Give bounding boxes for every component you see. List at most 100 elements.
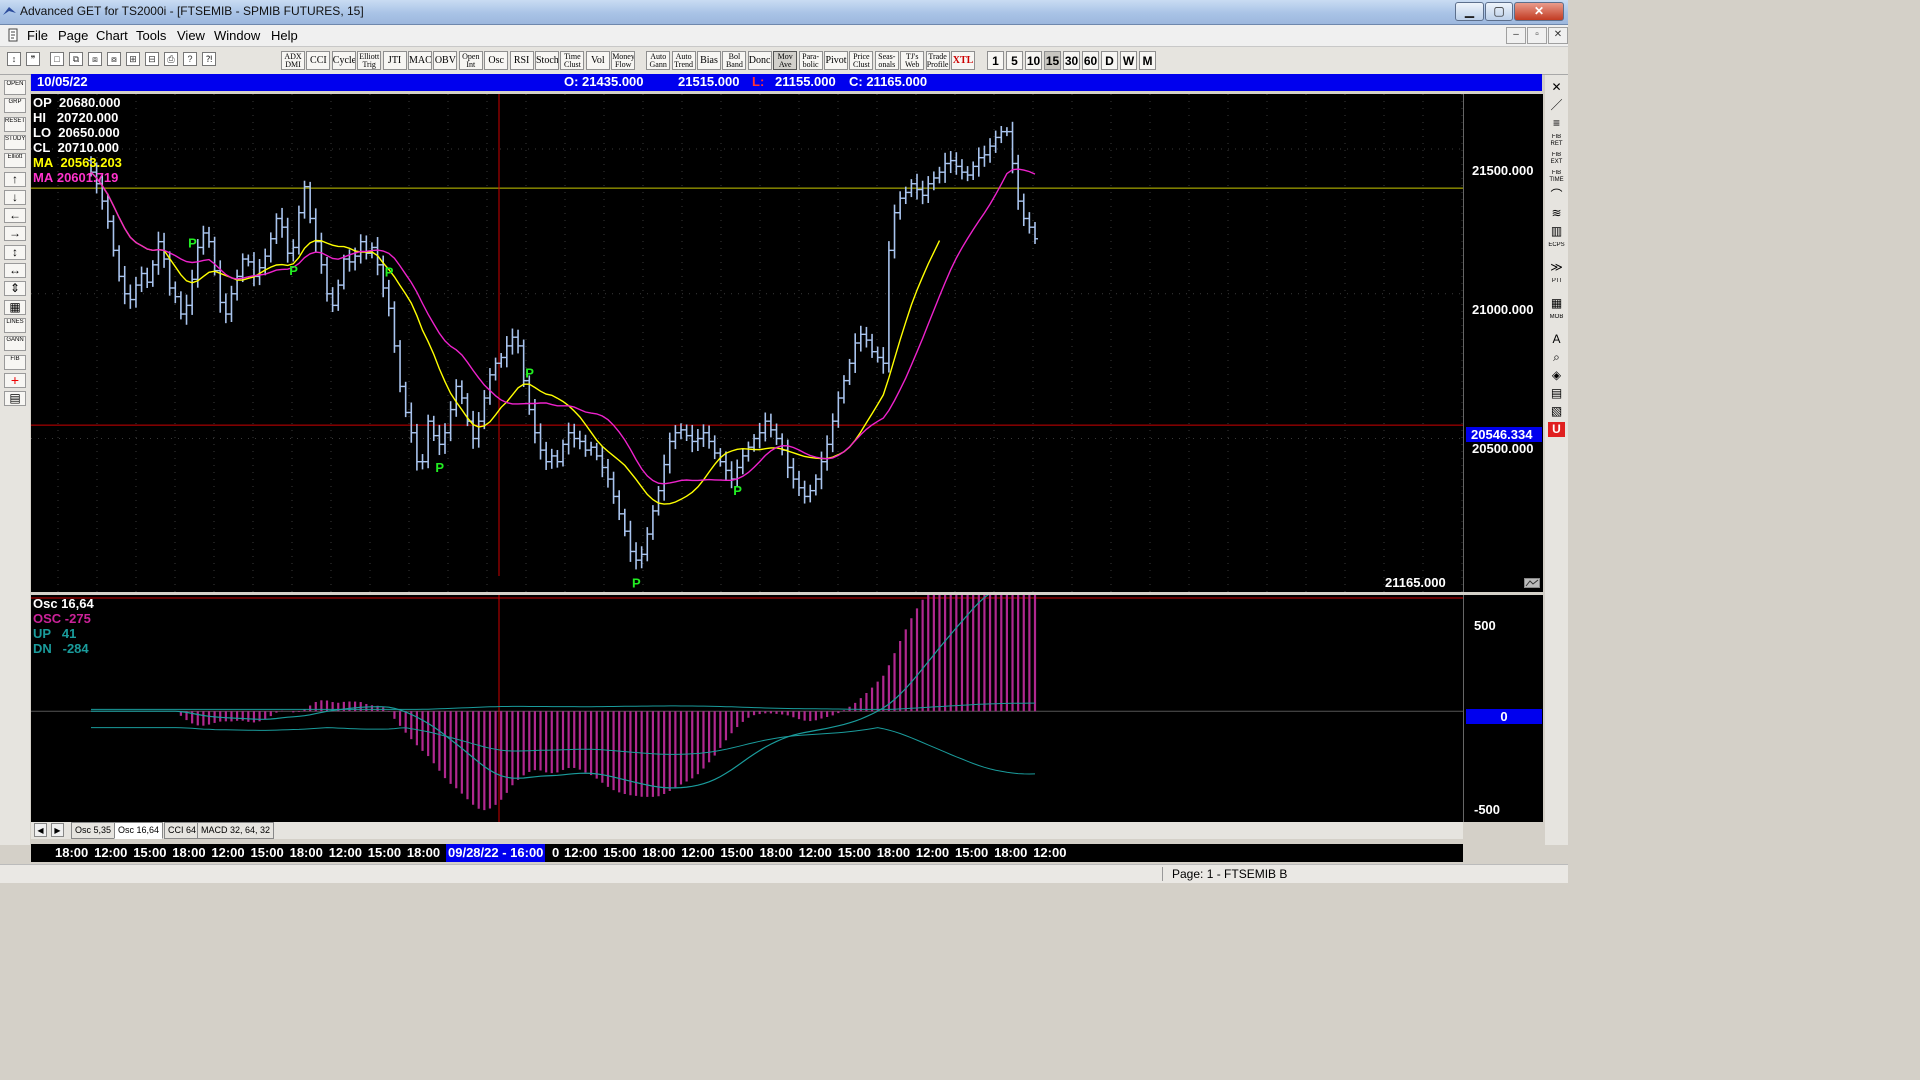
- study-button-bias[interactable]: Bias: [697, 51, 721, 70]
- study-button-bol-band[interactable]: Bol Band: [722, 51, 747, 70]
- study-button-obv[interactable]: OBV: [433, 51, 458, 70]
- tab-macd[interactable]: MACD 32, 64, 32: [197, 822, 275, 839]
- study-button-open-int[interactable]: Open Int: [458, 51, 483, 70]
- left-tool-item-7[interactable]: ←: [4, 208, 26, 224]
- copy-icon[interactable]: ⧉: [69, 52, 83, 66]
- left-tool-item-6[interactable]: ↓: [4, 189, 26, 205]
- timeframe-button-30[interactable]: 30: [1063, 51, 1080, 70]
- timeframe-button-10[interactable]: 10: [1025, 51, 1042, 70]
- left-tool-lines-13[interactable]: LINES: [4, 317, 26, 333]
- study-button-time-clust[interactable]: Time Clust: [560, 51, 585, 70]
- tab-osc-5-35[interactable]: Osc 5,35: [71, 822, 116, 839]
- menu-page[interactable]: Page: [58, 28, 88, 43]
- close-button[interactable]: ✕: [1514, 2, 1564, 21]
- price-axis[interactable]: 21500.000 21000.000 20500.000 20546.334: [1463, 94, 1543, 592]
- price-chart-pane[interactable]: P P P P P P P OP 20680.000 HI 20720.000 LO 206…: [31, 94, 1463, 592]
- right-tool-a-14[interactable]: A: [1548, 332, 1565, 347]
- study-button-auto-trend[interactable]: Auto Trend: [671, 51, 696, 70]
- right-tool-item-15[interactable]: ⌕: [1548, 350, 1565, 365]
- paste-icon[interactable]: ⧈: [88, 52, 102, 66]
- right-tool-item-16[interactable]: ◈: [1548, 368, 1565, 383]
- menu-chart[interactable]: Chart: [96, 28, 128, 43]
- study-button-donch[interactable]: Donch: [747, 51, 772, 70]
- left-tool-elliott-4[interactable]: Elliott: [4, 153, 26, 169]
- left-tool-fib-15[interactable]: FIB: [4, 354, 26, 370]
- menu-file[interactable]: File: [27, 28, 48, 43]
- study-button-mov-ave[interactable]: Mov Ave: [773, 51, 798, 70]
- price-chart[interactable]: P P P P P P P: [31, 94, 1463, 592]
- right-tool-item-7[interactable]: ≋: [1548, 206, 1565, 221]
- menu-view[interactable]: View: [177, 28, 205, 43]
- left-tool-gann-14[interactable]: GANN: [4, 336, 26, 352]
- left-tool-study-3[interactable]: STUDY: [4, 134, 26, 150]
- right-tool-item-1[interactable]: ／: [1548, 98, 1565, 113]
- left-tool-item-11[interactable]: ⇕: [4, 281, 26, 297]
- oscillator-chart[interactable]: [31, 595, 1463, 822]
- study-button-para-bolic[interactable]: Para-bolic: [798, 51, 823, 70]
- study-button-jti[interactable]: JTI: [382, 51, 407, 70]
- right-tool-item-8[interactable]: ▥: [1548, 224, 1565, 239]
- study-button-pivot[interactable]: Pivot: [824, 51, 848, 70]
- study-button-trade-profile[interactable]: Trade Profile: [925, 51, 950, 70]
- study-button-stoch[interactable]: Stoch: [535, 51, 559, 70]
- print-preview-icon[interactable]: ⧇: [107, 52, 121, 66]
- grid-toggle-icon[interactable]: [1524, 578, 1540, 588]
- minimize-button[interactable]: ▁: [1455, 2, 1484, 21]
- study-button-auto-gann[interactable]: Auto Gann: [646, 51, 671, 70]
- oscillator-pane[interactable]: Osc 16,64 OSC -275 UP 41 DN -284: [31, 595, 1463, 822]
- mdi-minimize-button[interactable]: ‒: [1506, 27, 1526, 44]
- left-tool-item-8[interactable]: →: [4, 226, 26, 242]
- right-tool-fib-time-5[interactable]: FIB TIME: [1548, 170, 1565, 185]
- timeframe-button-15[interactable]: 15: [1044, 51, 1061, 70]
- new-page-icon[interactable]: □: [50, 52, 64, 66]
- study-button-money-flow[interactable]: Money Flow: [611, 51, 636, 70]
- right-tool-item-0[interactable]: ✕: [1548, 80, 1565, 95]
- right-tool-mob-13[interactable]: MOB: [1548, 314, 1565, 329]
- study-button-seas-onals[interactable]: Seas-onals: [874, 51, 899, 70]
- left-tool-reset-2[interactable]: RESET: [4, 116, 26, 132]
- right-tool-item-12[interactable]: ▦: [1548, 296, 1565, 311]
- menu-window[interactable]: Window: [214, 28, 260, 43]
- quote-icon[interactable]: ❞: [26, 52, 40, 66]
- tab-cci-64[interactable]: CCI 64: [164, 822, 201, 839]
- timeframe-button-w[interactable]: W: [1120, 51, 1137, 70]
- right-tool-item-18[interactable]: ▧: [1548, 404, 1565, 419]
- tab-osc-16-64[interactable]: Osc 16,64: [114, 822, 164, 839]
- print-icon[interactable]: ⎙: [164, 52, 178, 66]
- mdi-restore-button[interactable]: ▫: [1527, 27, 1547, 44]
- right-tool-fib-ext-4[interactable]: FIB EXT: [1548, 152, 1565, 167]
- timeframe-button-m[interactable]: M: [1139, 51, 1156, 70]
- pointer-icon[interactable]: ↕: [7, 52, 21, 66]
- right-tool-pti-11[interactable]: PTI: [1548, 278, 1565, 293]
- study-button-price-clust[interactable]: Price Clust: [849, 51, 874, 70]
- left-tool-item-10[interactable]: ↔: [4, 263, 26, 278]
- left-tool-item-16[interactable]: +: [4, 372, 26, 388]
- timeframe-button-60[interactable]: 60: [1082, 51, 1099, 70]
- study-button-cci[interactable]: CCI: [306, 51, 331, 70]
- tip-icon[interactable]: ?: [183, 52, 197, 66]
- timeframe-button-d[interactable]: D: [1101, 51, 1118, 70]
- left-tool-item-9[interactable]: ↕: [4, 244, 26, 260]
- right-tool-item-2[interactable]: ≡: [1548, 116, 1565, 131]
- menu-tools[interactable]: Tools: [136, 28, 166, 43]
- left-tool-item-12[interactable]: ▦: [4, 299, 26, 315]
- left-tool-item-17[interactable]: ▤: [4, 391, 26, 407]
- oscillator-axis[interactable]: 500 0 -500: [1463, 595, 1543, 822]
- right-tool-ecps-9[interactable]: ECPS: [1548, 242, 1565, 257]
- study-button-tj-s-web[interactable]: TJ's Web: [900, 51, 925, 70]
- study-button-xtl[interactable]: XTL: [951, 51, 975, 70]
- left-tool-open-0[interactable]: OPEN: [4, 80, 26, 95]
- timeframe-button-5[interactable]: 5: [1006, 51, 1023, 70]
- timeframe-button-1[interactable]: 1: [987, 51, 1004, 70]
- right-tool-item-10[interactable]: ≫: [1548, 260, 1565, 275]
- study-button-rsi[interactable]: RSI: [509, 51, 534, 70]
- study-button-cycles[interactable]: Cycles: [331, 51, 356, 70]
- right-tool-u-19[interactable]: U: [1548, 422, 1565, 437]
- study-button-macd[interactable]: MACD: [408, 51, 432, 70]
- study-button-adx-dmi[interactable]: ADX DMI: [281, 51, 305, 70]
- left-tool-item-5[interactable]: ↑: [4, 171, 26, 187]
- multi-icon[interactable]: ⊟: [145, 52, 159, 66]
- study-button-vol[interactable]: Vol: [585, 51, 610, 70]
- right-tool-item-17[interactable]: ▤: [1548, 386, 1565, 401]
- menu-help[interactable]: Help: [271, 28, 298, 43]
